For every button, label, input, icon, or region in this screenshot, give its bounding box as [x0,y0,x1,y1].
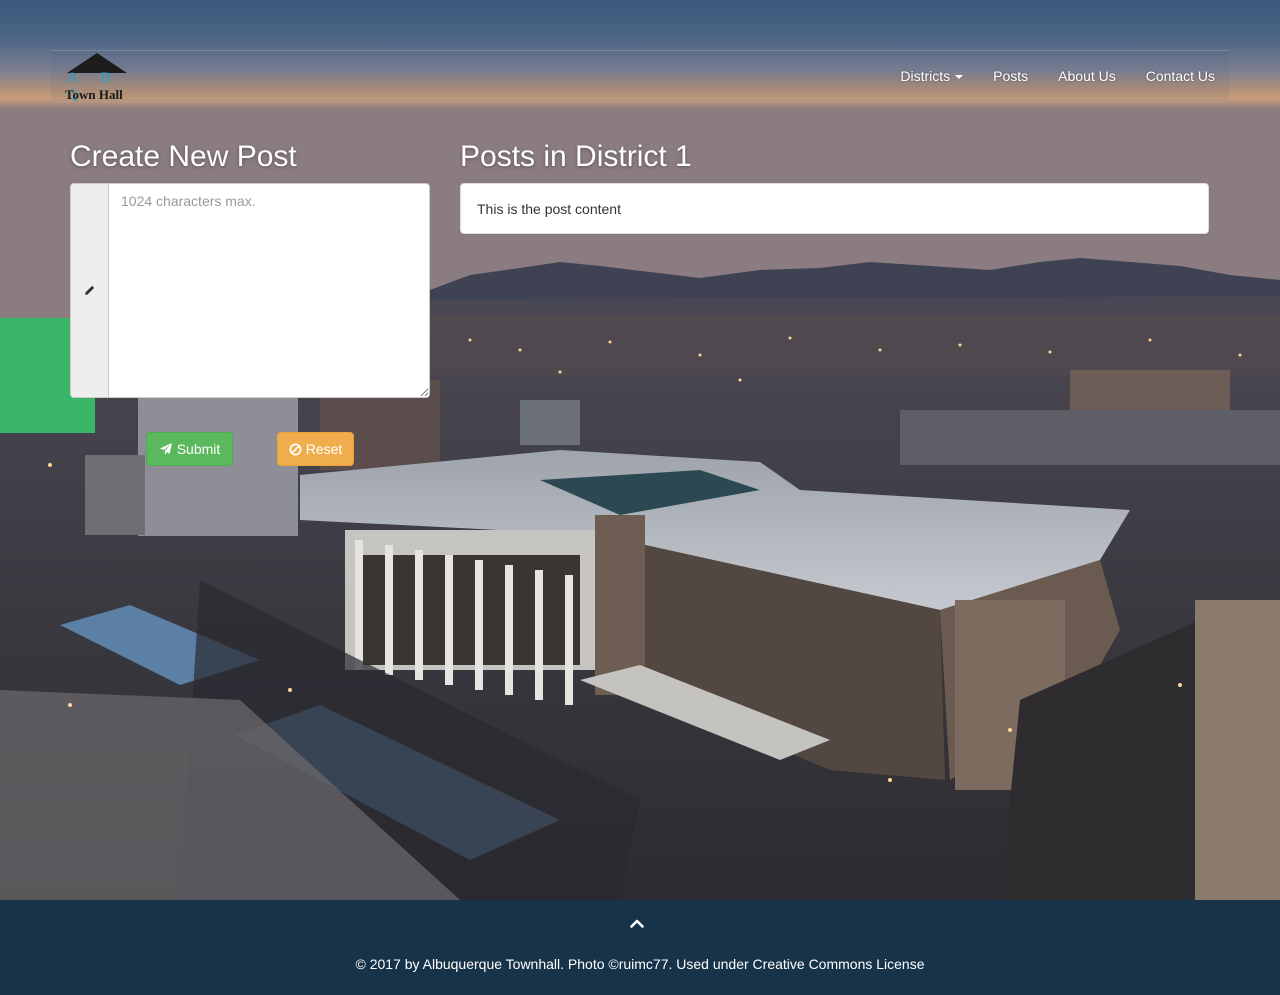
nav-item-label: Districts [900,68,951,84]
post-item: This is the post content [460,183,1209,234]
nav-item-label: About Us [1058,68,1116,84]
caret-down-icon [955,75,964,80]
nav-item-label: Contact Us [1145,68,1215,84]
post-textarea[interactable] [109,184,429,397]
chevron-up-icon [630,919,644,928]
brand-subtitle: Town Hall [65,87,123,102]
create-post-heading: Create New Post [70,140,297,173]
nav-item-about-us[interactable]: About Us [1058,68,1116,84]
post-content: This is the post content [477,201,621,217]
navbar: A B Q Town Hall Districts Posts About Us… [51,50,1229,103]
nav-item-districts[interactable]: Districts [900,68,964,84]
reset-button-label: Reset [305,441,343,457]
nav-item-label: Posts [993,68,1029,84]
ban-icon [289,443,302,455]
nav-item-contact-us[interactable]: Contact Us [1146,68,1215,84]
copyright-text: © 2017 by Albuquerque Townhall. Photo ©r… [355,956,925,972]
footer: © 2017 by Albuquerque Townhall. Photo ©r… [0,900,1280,995]
pencil-icon [84,285,95,296]
nav-menu: Districts Posts About Us Contact Us [870,51,1215,101]
reset-button[interactable]: Reset [277,432,354,466]
post-input-group [70,183,430,398]
submit-button-label: Submit [176,441,221,457]
paper-plane-icon [159,443,172,455]
pencil-addon [71,184,109,397]
brand-logo[interactable]: A B Q Town Hall [65,52,129,103]
posts-heading: Posts in District 1 [460,140,692,173]
submit-button[interactable]: Submit [146,432,233,466]
scroll-to-top-button[interactable] [630,916,644,934]
nav-item-posts[interactable]: Posts [993,68,1028,84]
